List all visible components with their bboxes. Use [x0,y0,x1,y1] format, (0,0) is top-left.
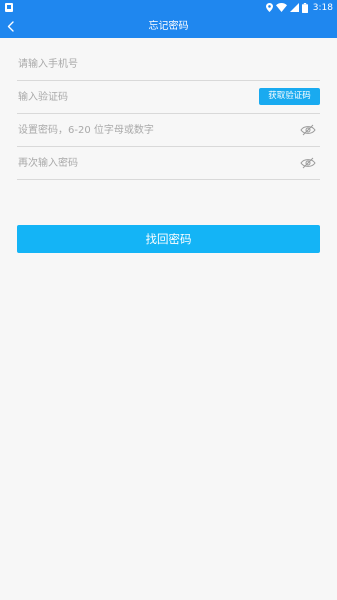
battery-icon [301,2,308,13]
status-time: 3:18 [312,2,333,13]
status-icons: 3:18 [265,0,333,15]
eye-hidden-icon[interactable] [300,157,316,169]
verification-code-input[interactable] [17,81,238,113]
password-field-row [17,114,320,147]
location-icon [265,3,273,12]
code-field-row: 获取验证码 [17,81,320,114]
forgot-password-screen: 3:18 忘记密码 获取验证码 [0,0,337,600]
wifi-icon [275,3,287,12]
recover-password-button[interactable]: 找回密码 [17,225,320,253]
phone-input[interactable] [17,48,238,80]
notification-icon [5,3,13,12]
page-title: 忘记密码 [148,21,189,32]
confirm-password-field-row [17,147,320,180]
new-password-input[interactable] [17,114,238,146]
signal-icon [289,3,299,12]
forgot-password-form: 获取验证码 [17,48,320,180]
eye-hidden-icon[interactable] [300,124,316,136]
app-bar: 忘记密码 [0,15,337,38]
status-bar: 3:18 [0,0,337,15]
confirm-password-input[interactable] [17,147,238,179]
phone-field-row [17,48,320,81]
get-code-button[interactable]: 获取验证码 [259,88,320,105]
